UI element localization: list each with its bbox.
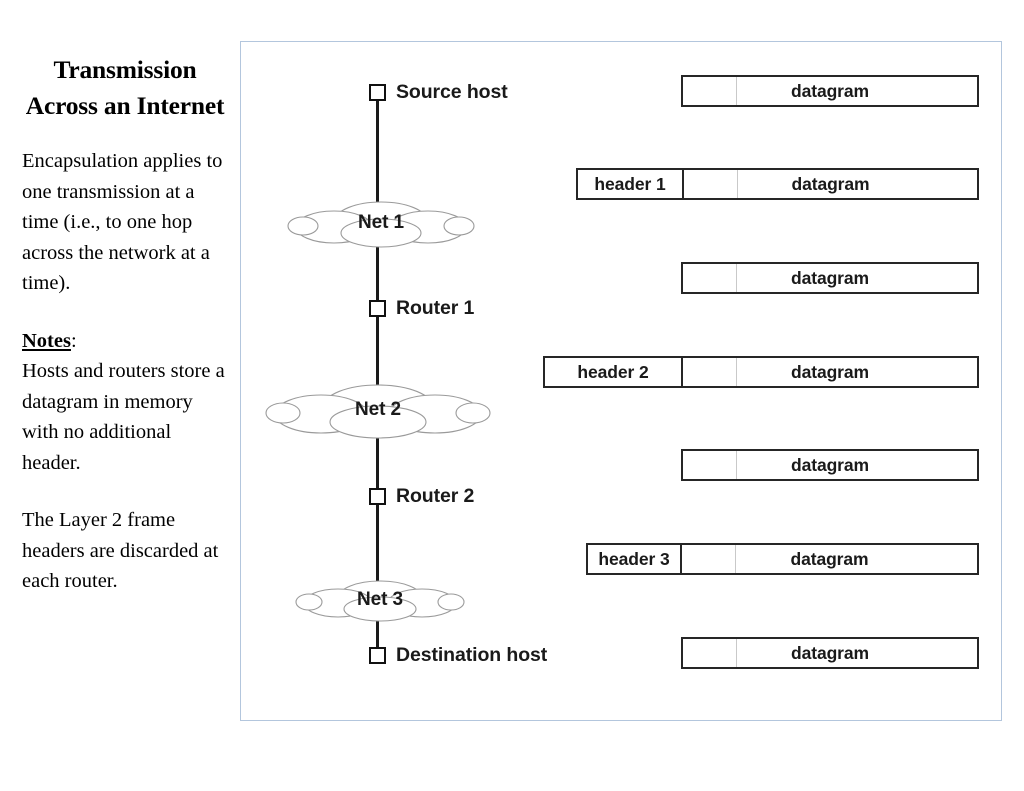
node-label-router-2: Router 2 xyxy=(396,484,475,507)
paragraph-notes: Notes: Hosts and routers store a datagram… xyxy=(22,326,228,479)
cloud-net-1: Net 1 xyxy=(286,197,476,249)
page-title: Transmission Across an Internet xyxy=(25,55,225,120)
packet-datagram-segment: datagram xyxy=(683,451,977,479)
packet-row: datagram xyxy=(681,262,979,294)
paragraph-layer2: The Layer 2 frame headers are discarded … xyxy=(22,509,219,592)
diagram-panel: Source host Net 1 Router 1 Net 2 Router … xyxy=(240,41,1002,721)
node-label-router-1: Router 1 xyxy=(396,296,475,319)
node-destination-host: Destination host xyxy=(369,642,547,668)
host-square-icon xyxy=(369,646,386,664)
cloud-net-2: Net 2 xyxy=(263,379,493,441)
trunk-connector-line xyxy=(376,92,379,657)
notes-body: Hosts and routers store a datagram in me… xyxy=(22,360,225,474)
packet-datagram-segment: datagram xyxy=(683,639,977,667)
packet-row: datagram xyxy=(681,449,979,481)
node-label-destination-host: Destination host xyxy=(396,643,548,666)
packet-header-segment: header 3 xyxy=(588,545,682,573)
packet-row: header 1 datagram xyxy=(576,168,979,200)
paragraph-encapsulation: Encapsulation applies to one transmissio… xyxy=(22,150,223,294)
packet-datagram-segment: datagram xyxy=(682,545,977,573)
cloud-net-3: Net 3 xyxy=(294,576,466,624)
router-square-icon xyxy=(369,299,386,317)
cloud-shape-icon xyxy=(287,201,475,248)
packet-header-segment: header 1 xyxy=(578,170,684,198)
node-source-host: Source host xyxy=(369,79,508,105)
notes-colon: : xyxy=(70,329,77,352)
packet-header-segment: header 2 xyxy=(545,358,683,386)
cloud-shape-icon xyxy=(295,580,465,622)
notes-label: Notes xyxy=(22,329,71,352)
packet-row: datagram xyxy=(681,75,979,107)
router-square-icon xyxy=(369,487,386,505)
node-router-2: Router 2 xyxy=(369,483,474,509)
packet-datagram-segment: datagram xyxy=(684,170,977,198)
packet-datagram-segment: datagram xyxy=(683,264,977,292)
packet-row: header 3 datagram xyxy=(586,543,979,575)
packet-datagram-segment: datagram xyxy=(683,77,977,105)
packet-row: header 2 datagram xyxy=(543,356,979,388)
node-router-1: Router 1 xyxy=(369,295,474,321)
packet-row: datagram xyxy=(681,637,979,669)
node-label-source-host: Source host xyxy=(396,80,508,103)
host-square-icon xyxy=(369,83,386,101)
cloud-shape-icon xyxy=(265,384,491,439)
slide-text-column: Transmission Across an Internet Encapsul… xyxy=(22,52,228,624)
packet-datagram-segment: datagram xyxy=(683,358,977,386)
